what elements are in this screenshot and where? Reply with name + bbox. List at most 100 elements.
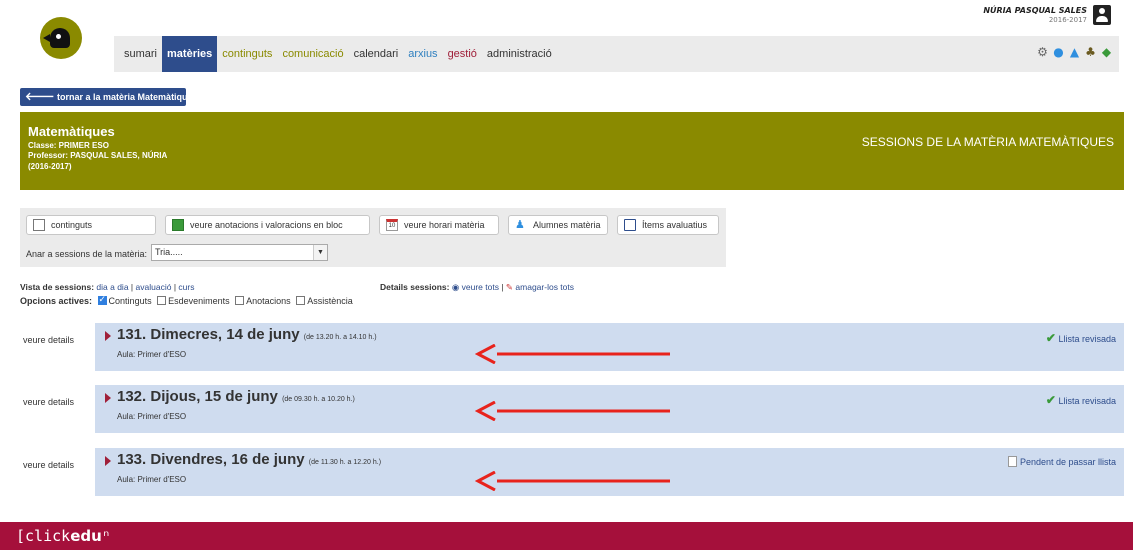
expand-arrow-icon[interactable] (105, 456, 111, 466)
evaluation-items-button[interactable]: Ítems avaluatius (617, 215, 719, 235)
chat-icon[interactable]: ● (1052, 46, 1065, 59)
expand-arrow-icon[interactable] (105, 393, 111, 403)
goto-sessions-label: Anar a sessions de la matèria: (26, 249, 148, 259)
logo-mark-icon: ⁿ (101, 527, 111, 545)
user-name: NÚRIA PASQUAL SALES (983, 6, 1087, 15)
menu-item-administracio[interactable]: administració (482, 36, 557, 72)
menu-item-arxius[interactable]: arxius (403, 36, 442, 72)
expand-arrow-icon[interactable] (105, 331, 111, 341)
tool-icons: ⚙ ● ▲ ♣ ◆ (1036, 46, 1113, 59)
user-icon[interactable]: ▲ (1068, 46, 1081, 59)
menu-item-calendari[interactable]: calendari (349, 36, 404, 72)
view-mode-line: Vista de sessions: dia a dia | avaluació… (20, 282, 194, 292)
session-title: 133. Divendres, 16 de juny (de 11.30 h. … (117, 451, 381, 468)
menu-item-materies[interactable]: matèries (162, 36, 218, 72)
students-button[interactable]: ♟ Alumnes matèria (508, 215, 608, 235)
gear-icon[interactable]: ⚙ (1036, 46, 1049, 59)
menu-item-sumari[interactable]: sumari (119, 36, 162, 72)
back-to-subject-button[interactable]: 🡐 tornar a la matèria Matemàtiques (20, 88, 198, 106)
red-arrow-annotation (475, 401, 670, 421)
session-time: (de 09.30 h. a 10.20 h.) (282, 396, 355, 403)
session-room: Aula: Primer d'ESO (117, 350, 187, 359)
checkbox-esdeveniments[interactable] (157, 296, 167, 305)
view-course-link[interactable]: curs (178, 282, 194, 292)
avatar-icon[interactable] (1093, 5, 1111, 25)
user-year: 2016-2017 (1048, 16, 1087, 24)
session-date: 132. Dijous, 15 de juny (117, 388, 278, 405)
sessions-heading: SESSIONS DE LA MATÈRIA MATEMÀTIQUES (861, 135, 1114, 149)
checkbox-assistencia[interactable] (296, 296, 306, 305)
menu-item-comunicacio[interactable]: comunicació (277, 36, 348, 72)
view-day-link[interactable]: dia a dia (96, 282, 128, 292)
option-label-esdeveniments: Esdeveniments (168, 296, 230, 306)
active-options-label: Opcions actives: (20, 296, 93, 306)
document-icon (1007, 456, 1017, 467)
footer: [clickeduⁿ (0, 522, 1133, 550)
clickedu-logo[interactable] (40, 17, 82, 59)
users-icon[interactable]: ♣ (1084, 46, 1097, 59)
separator: | (130, 282, 134, 292)
goto-sessions-select[interactable]: Tria..... ▼ (151, 244, 328, 261)
checkbox-anotacions[interactable] (235, 296, 245, 305)
session-status[interactable]: Pendent de passar llista (1007, 456, 1116, 467)
subject-banner: Matemàtiques Classe: PRIMER ESO Professo… (20, 112, 1124, 190)
active-options-line: Opcions actives: Continguts Esdeveniment… (20, 294, 353, 306)
session-title: 132. Dijous, 15 de juny (de 09.30 h. a 1… (117, 388, 355, 405)
status-label: Llista revisada (1058, 396, 1116, 406)
hide-all-link[interactable]: amagar-los tots (515, 282, 574, 292)
checkmark-icon: ✔ (1045, 393, 1056, 407)
class-line: Classe: PRIMER ESO (28, 141, 109, 150)
chevron-down-icon: ▼ (313, 245, 327, 260)
show-all-link[interactable]: veure tots (462, 282, 499, 292)
red-arrow-annotation (475, 344, 670, 364)
session-room: Aula: Primer d'ESO (117, 412, 187, 421)
logo-edu-text: edu (70, 527, 102, 545)
menu-item-gestio[interactable]: gestió (443, 36, 482, 72)
details-label: Details sessions: (380, 282, 450, 292)
calendar-icon: 10 (386, 219, 398, 231)
session-status[interactable]: ✔ Llista revisada (1046, 331, 1116, 345)
select-value: Tria..... (155, 247, 183, 257)
session-details-toggle[interactable]: veure details (23, 460, 74, 470)
session-details-line: Details sessions: ◉ veure tots | ✎ amaga… (380, 282, 574, 293)
year-line: (2016-2017) (28, 162, 72, 171)
back-button-label: tornar a la matèria Matemàtiques (57, 92, 198, 102)
session-title: 131. Dimecres, 14 de juny (de 13.20 h. a… (117, 326, 377, 343)
menu-item-continguts[interactable]: continguts (217, 36, 277, 72)
view-mode-label: Vista de sessions: (20, 282, 95, 292)
professor-line: Professor: PASQUAL SALES, NÚRIA (28, 151, 168, 160)
annotations-bulk-button[interactable]: veure anotacions i valoracions en bloc (165, 215, 370, 235)
schedule-button[interactable]: 10 veure horari matèria (379, 215, 499, 235)
bird-logo-icon (43, 28, 70, 48)
document-icon (33, 219, 45, 231)
option-label-anotacions: Anotacions (246, 296, 291, 306)
session-date: 133. Divendres, 16 de juny (117, 451, 305, 468)
clickedu-footer-logo[interactable]: [clickeduⁿ (16, 527, 111, 545)
hide-icon: ✎ (505, 282, 514, 292)
option-label-continguts: Continguts (108, 296, 152, 306)
session-room: Aula: Primer d'ESO (117, 475, 187, 484)
checkmark-icon: ✔ (1045, 331, 1056, 345)
main-menu: sumari matèries continguts comunicació c… (114, 36, 557, 72)
logo-click-text: [click (16, 527, 71, 545)
separator: | (173, 282, 177, 292)
arrow-left-icon: 🡐 (25, 91, 55, 103)
session-date: 131. Dimecres, 14 de juny (117, 326, 300, 343)
students-button-label: Alumnes matèria (533, 220, 601, 230)
book-icon (624, 219, 636, 231)
status-label: Pendent de passar llista (1019, 457, 1116, 467)
grid-icon (172, 219, 184, 231)
show-icon: ◉ (451, 282, 460, 292)
session-details-toggle[interactable]: veure details (23, 335, 74, 345)
session-time: (de 11.30 h. a 12.20 h.) (308, 459, 382, 466)
continguts-button[interactable]: continguts (26, 215, 156, 235)
session-details-toggle[interactable]: veure details (23, 397, 74, 407)
checkbox-continguts[interactable] (97, 294, 107, 305)
option-label-assistencia: Assistència (307, 296, 353, 306)
leaf-icon[interactable]: ◆ (1100, 46, 1113, 59)
session-status[interactable]: ✔ Llista revisada (1046, 393, 1116, 407)
red-arrow-annotation (475, 471, 670, 491)
view-evaluation-link[interactable]: avaluació (136, 282, 172, 292)
separator: | (501, 282, 504, 292)
annotations-button-label: veure anotacions i valoracions en bloc (190, 220, 343, 230)
